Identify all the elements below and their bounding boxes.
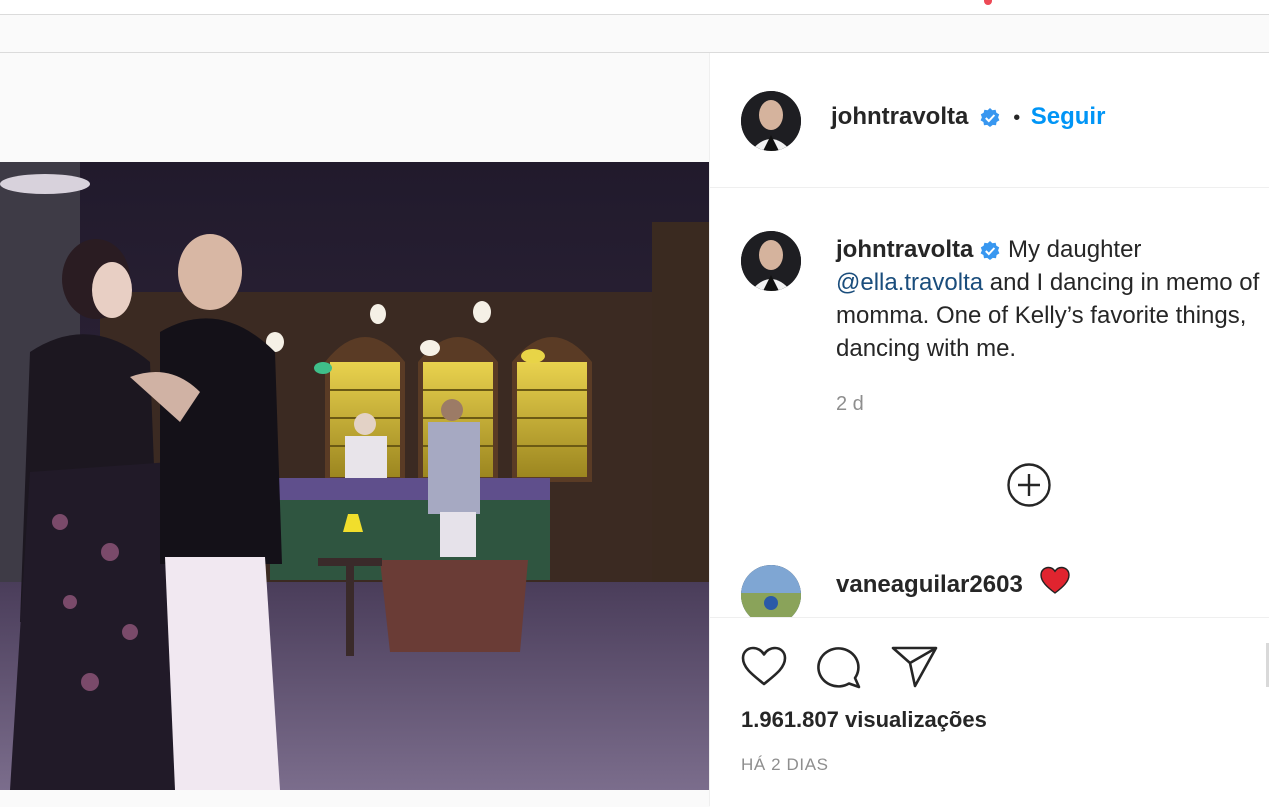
comment-avatar[interactable] bbox=[741, 565, 801, 625]
comment-item: vaneaguilar2603 bbox=[836, 566, 1071, 603]
notification-dot bbox=[984, 0, 992, 5]
follow-button[interactable]: Seguir bbox=[1031, 103, 1106, 130]
caption-username[interactable]: johntravolta bbox=[836, 236, 973, 263]
verified-badge-icon bbox=[979, 107, 1001, 129]
verified-badge-icon bbox=[979, 238, 1001, 260]
avatar-image bbox=[741, 91, 801, 151]
share-button[interactable] bbox=[890, 644, 938, 690]
heart-icon bbox=[741, 646, 787, 686]
comment-button[interactable] bbox=[815, 644, 863, 690]
caption-timestamp[interactable]: 2 d bbox=[836, 393, 864, 416]
caption-avatar[interactable] bbox=[741, 231, 801, 291]
load-more-comments-button[interactable] bbox=[1006, 462, 1052, 508]
comment-username[interactable]: vaneaguilar2603 bbox=[836, 571, 1023, 598]
comment-avatar-image bbox=[741, 565, 801, 625]
like-button[interactable] bbox=[740, 644, 788, 690]
comment-bubble-icon bbox=[817, 647, 861, 689]
nav-bar bbox=[0, 15, 1269, 53]
view-count[interactable]: 1.961.807 visualizações bbox=[741, 707, 987, 733]
post-header: johntravolta • Seguir bbox=[710, 53, 1269, 188]
caption-text-start: My daughter bbox=[1008, 236, 1142, 263]
post-side-panel: johntravolta • Seguir johntravolta My da… bbox=[709, 53, 1269, 807]
post-caption: johntravolta My daughter @ella.travolta … bbox=[836, 233, 1269, 365]
paper-plane-icon bbox=[891, 646, 938, 688]
header-separator: • bbox=[1013, 107, 1021, 129]
caption-avatar-image bbox=[741, 231, 801, 291]
red-heart-icon bbox=[1039, 566, 1071, 601]
avatar[interactable] bbox=[741, 91, 801, 151]
video-frame bbox=[0, 162, 709, 790]
mention-link[interactable]: @ella.travolta bbox=[836, 269, 983, 296]
post-video[interactable] bbox=[0, 162, 709, 790]
post-actions: 1.961.807 visualizações HÁ 2 DIAS bbox=[710, 617, 1269, 807]
post-timestamp[interactable]: HÁ 2 DIAS bbox=[741, 755, 829, 775]
browser-top-bar bbox=[0, 0, 1269, 15]
plus-circle-icon bbox=[1007, 463, 1051, 507]
author-username[interactable]: johntravolta bbox=[831, 103, 968, 130]
